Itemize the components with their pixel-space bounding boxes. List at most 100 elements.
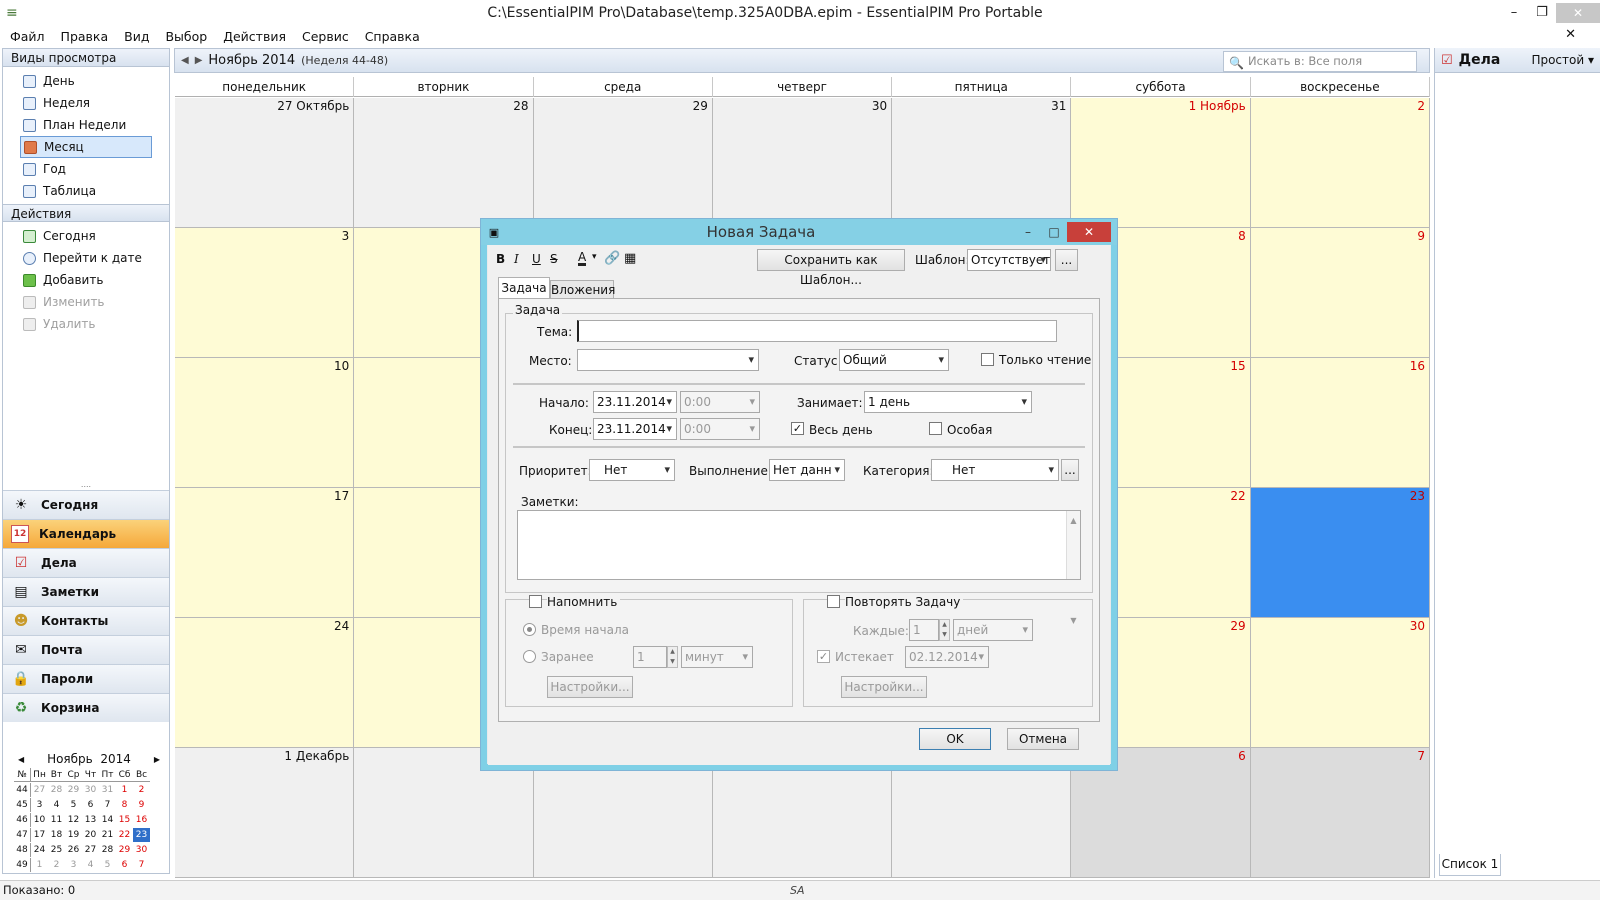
readonly-checkbox[interactable] [981,353,994,366]
nav-passwords[interactable]: 🔒 Пароли [3,664,169,693]
sidebar-splitter[interactable]: .... [3,481,169,489]
mini-day[interactable]: 9 [133,798,150,812]
menu-select[interactable]: Выбор [165,29,207,44]
start-time-picker[interactable]: 0:00 [680,391,760,413]
ok-button[interactable]: OK [919,728,991,750]
action-add[interactable]: Добавить [3,269,169,291]
mini-day[interactable]: 21 [99,828,116,842]
mini-day[interactable]: 1 [116,783,133,797]
priority-dropdown[interactable]: Нет [589,459,675,481]
mini-day[interactable]: 4 [48,798,65,812]
mini-day[interactable]: 13 [82,813,99,827]
calendar-day[interactable]: 7 [1250,748,1430,878]
dialog-minimize-button[interactable]: – [1015,225,1041,239]
mini-prev-month-button[interactable]: ◀ [18,755,24,764]
prev-month-button[interactable]: ◀ [181,55,189,66]
minimize-button[interactable]: – [1500,5,1528,20]
dialog-close-button[interactable]: ✕ [1067,222,1111,242]
remind-unit-dropdown[interactable]: минут [681,646,753,668]
view-month[interactable]: Месяц [20,136,152,158]
nav-recycle-bin[interactable]: ♻ Корзина [3,693,169,722]
italic-button[interactable]: I [514,252,519,266]
mini-day[interactable]: 10 [31,813,48,827]
place-dropdown[interactable] [577,349,759,371]
menu-file[interactable]: Файл [10,29,45,44]
every-spinner[interactable]: ▲ ▼ [939,619,950,641]
menu-service[interactable]: Сервис [302,29,349,44]
menu-help[interactable]: Справка [365,29,420,44]
view-table[interactable]: Таблица [3,180,169,202]
tasks-view-mode-dropdown[interactable]: Простой ▾ [1531,53,1594,67]
template-more-button[interactable]: ... [1055,249,1078,271]
template-dropdown[interactable]: Отсутствует [967,249,1051,271]
mini-day[interactable]: 6 [116,858,133,872]
category-more-button[interactable]: ... [1061,459,1079,481]
mini-day[interactable]: 30 [82,783,99,797]
strikethrough-button[interactable]: S [550,252,558,266]
subject-input[interactable] [577,320,1057,342]
close-document-button[interactable]: ✕ [1565,27,1576,42]
mini-day[interactable]: 7 [133,858,150,872]
every-unit-dropdown[interactable]: дней [953,619,1033,641]
mini-day[interactable]: 11 [48,813,65,827]
mini-day[interactable]: 28 [99,843,116,857]
mini-day[interactable]: 28 [48,783,65,797]
calendar-day[interactable]: 2 [1250,98,1430,228]
notes-textarea[interactable]: ▲ ▼ [517,510,1081,625]
tab-task[interactable]: Задача [498,277,550,299]
action-goto-date[interactable]: Перейти к дате [3,247,169,269]
calendar-day[interactable]: 24 [175,618,355,748]
calendar-day[interactable]: 3 [175,228,355,358]
mini-day[interactable]: 27 [31,783,48,797]
expires-date-picker[interactable]: 02.12.2014 [905,646,989,668]
mini-day[interactable]: 23 [133,828,150,842]
category-dropdown[interactable]: Нет [931,459,1059,481]
end-date-picker[interactable]: 23.11.2014 [593,418,677,440]
mini-day[interactable]: 30 [133,843,150,857]
remind-checkbox[interactable] [529,595,542,608]
calendar-day[interactable]: 30 [1250,618,1430,748]
mini-day[interactable]: 20 [82,828,99,842]
underline-button[interactable]: U [532,252,541,266]
mini-day[interactable]: 5 [99,858,116,872]
view-day[interactable]: День [3,70,169,92]
duration-dropdown[interactable]: 1 день [864,391,1032,413]
calendar-day[interactable]: 16 [1250,358,1430,488]
expires-checkbox[interactable]: ✓ [817,650,830,663]
remind-start-radio[interactable] [523,623,536,636]
mini-day[interactable]: 17 [31,828,48,842]
insert-date-icon[interactable]: ▦ [624,251,636,266]
calendar-day[interactable]: 27 Октябрь [175,98,355,228]
mini-day[interactable]: 7 [99,798,116,812]
calendar-day[interactable]: 17 [175,488,355,618]
status-dropdown[interactable]: Общий [839,349,949,371]
next-month-button[interactable]: ▶ [195,55,203,66]
font-color-dropdown-icon[interactable]: ▾ [592,252,597,262]
calendar-day-today[interactable]: 23 [1250,488,1430,618]
start-date-picker[interactable]: 23.11.2014 [593,391,677,413]
mini-day[interactable]: 2 [48,858,65,872]
calendar-day[interactable]: 29 [533,98,713,228]
mini-day[interactable]: 4 [82,858,99,872]
tab-attachments[interactable]: Вложения [550,280,615,299]
mini-day[interactable]: 15 [116,813,133,827]
remind-settings-button[interactable]: Настройки... [547,676,633,698]
nav-mail[interactable]: ✉ Почта [3,635,169,664]
notes-scrollbar[interactable]: ▲ ▼ [1066,511,1080,625]
mini-day[interactable]: 27 [82,843,99,857]
mini-day[interactable]: 26 [65,843,82,857]
calendar-day[interactable]: 9 [1250,228,1430,358]
mini-day[interactable]: 24 [31,843,48,857]
mini-day[interactable]: 6 [82,798,99,812]
view-week-plan[interactable]: План Недели [3,114,169,136]
repeat-settings-button[interactable]: Настройки... [841,676,927,698]
allday-checkbox[interactable]: ✓ [791,422,804,435]
save-as-template-button[interactable]: Сохранить как Шаблон... [757,249,905,287]
mini-day[interactable]: 1 [31,858,48,872]
calendar-day[interactable]: 1 Декабрь [175,748,355,878]
mini-day[interactable]: 5 [65,798,82,812]
calendar-day[interactable]: 30 [712,98,893,228]
mini-day[interactable]: 18 [48,828,65,842]
every-number[interactable]: 1 [909,619,939,641]
tasks-list-tab[interactable]: Список 1 [1439,854,1501,876]
